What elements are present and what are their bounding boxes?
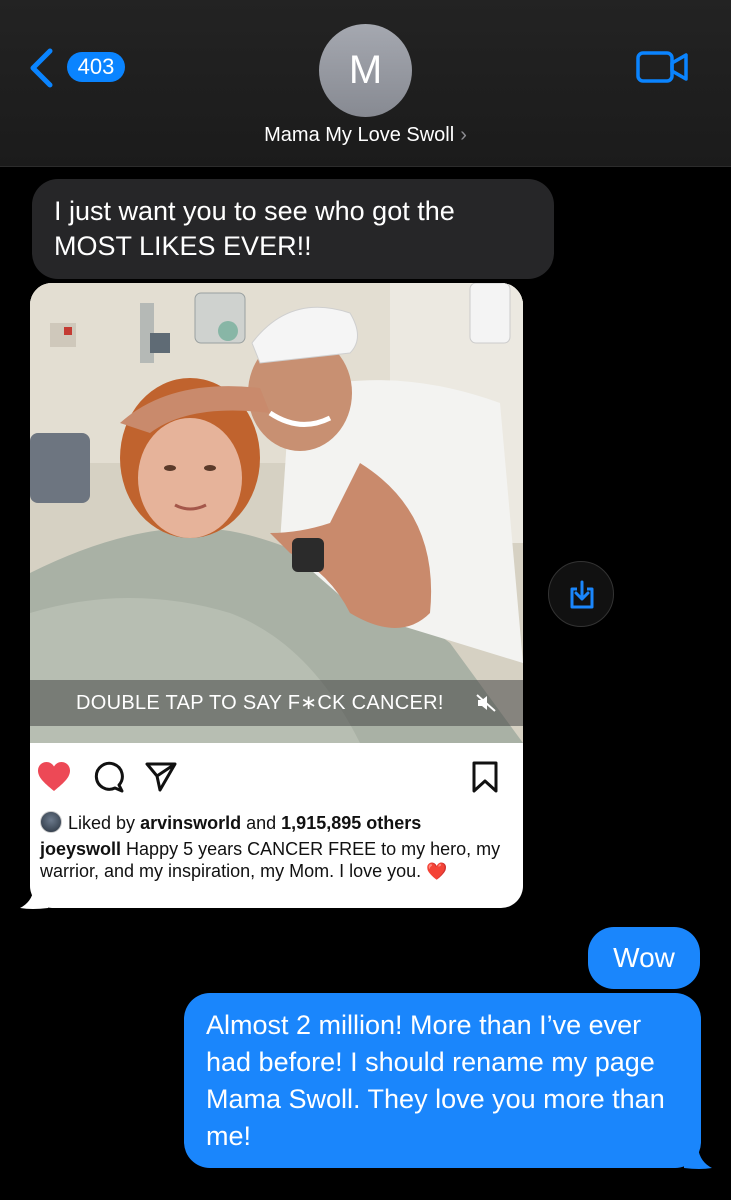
heart-icon[interactable] xyxy=(37,761,71,793)
sent-message-bubble[interactable]: Almost 2 million! More than I’ve ever ha… xyxy=(184,993,701,1168)
unread-count-badge: 403 xyxy=(67,52,125,82)
liked-by-and: and xyxy=(246,813,277,833)
contact-name: Mama My Love Swoll xyxy=(264,124,455,146)
bookmark-icon[interactable] xyxy=(472,761,498,793)
facetime-button[interactable] xyxy=(636,48,690,86)
back-button[interactable]: 403 xyxy=(28,46,138,90)
sent-bubble-tail xyxy=(684,1148,712,1169)
post-overlay-bar: DOUBLE TAP TO SAY F∗CK CANCER! xyxy=(30,680,523,726)
save-media-button[interactable] xyxy=(548,561,614,627)
caption-heart-emoji: ❤️ xyxy=(426,862,448,881)
hospital-photo-illustration xyxy=(30,283,523,743)
messages-screen: 403 M Mama My Love Swoll › I just want yo… xyxy=(0,0,731,1200)
shared-post-card[interactable]: DOUBLE TAP TO SAY F∗CK CANCER! Liked by … xyxy=(30,283,523,908)
speaker-muted-icon[interactable] xyxy=(476,694,496,712)
liked-by-count[interactable]: 1,915,895 others xyxy=(281,813,421,833)
download-icon xyxy=(570,580,594,609)
liked-by-prefix: Liked by xyxy=(68,813,136,833)
received-bubble-tail xyxy=(20,888,48,909)
post-caption: joeyswoll Happy 5 years CANCER FREE to m… xyxy=(40,838,510,883)
paper-plane-icon[interactable] xyxy=(145,761,177,793)
conversation-header: 403 M Mama My Love Swoll › xyxy=(0,0,731,167)
post-action-bar xyxy=(30,761,523,795)
video-camera-icon xyxy=(636,51,688,83)
contact-name-button[interactable]: Mama My Love Swoll › xyxy=(0,124,731,147)
chevron-right-icon: › xyxy=(460,124,467,146)
chevron-left-icon xyxy=(30,48,53,88)
comment-icon[interactable] xyxy=(93,761,125,793)
received-message-bubble[interactable]: I just want you to see who got the MOST … xyxy=(32,179,554,279)
caption-username[interactable]: joeyswoll xyxy=(40,839,121,859)
contact-avatar[interactable]: M xyxy=(319,24,412,117)
post-likes-line: Liked by arvinsworld and 1,915,895 other… xyxy=(40,811,520,834)
liked-by-user[interactable]: arvinsworld xyxy=(140,813,241,833)
post-overlay-text: DOUBLE TAP TO SAY F∗CK CANCER! xyxy=(76,692,444,714)
sent-message-bubble[interactable]: Wow xyxy=(588,927,700,989)
liker-avatar xyxy=(40,811,62,833)
post-photo[interactable]: DOUBLE TAP TO SAY F∗CK CANCER! xyxy=(30,283,523,743)
